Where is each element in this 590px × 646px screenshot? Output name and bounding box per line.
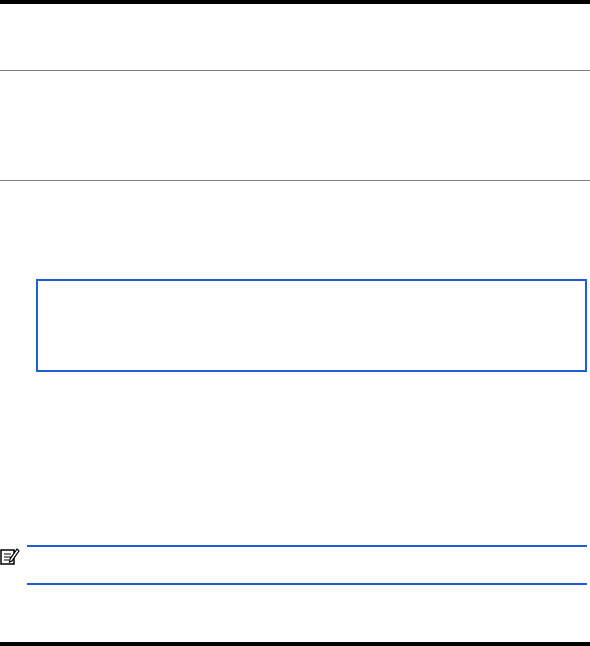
note-top-rule bbox=[27, 545, 587, 547]
callout-box bbox=[36, 279, 587, 372]
section-divider-bottom bbox=[0, 180, 590, 181]
bottom-rule bbox=[0, 642, 590, 646]
top-rule bbox=[0, 0, 590, 4]
note-bottom-rule bbox=[27, 583, 587, 585]
note-icon bbox=[0, 546, 20, 566]
section-divider-top bbox=[0, 70, 590, 71]
